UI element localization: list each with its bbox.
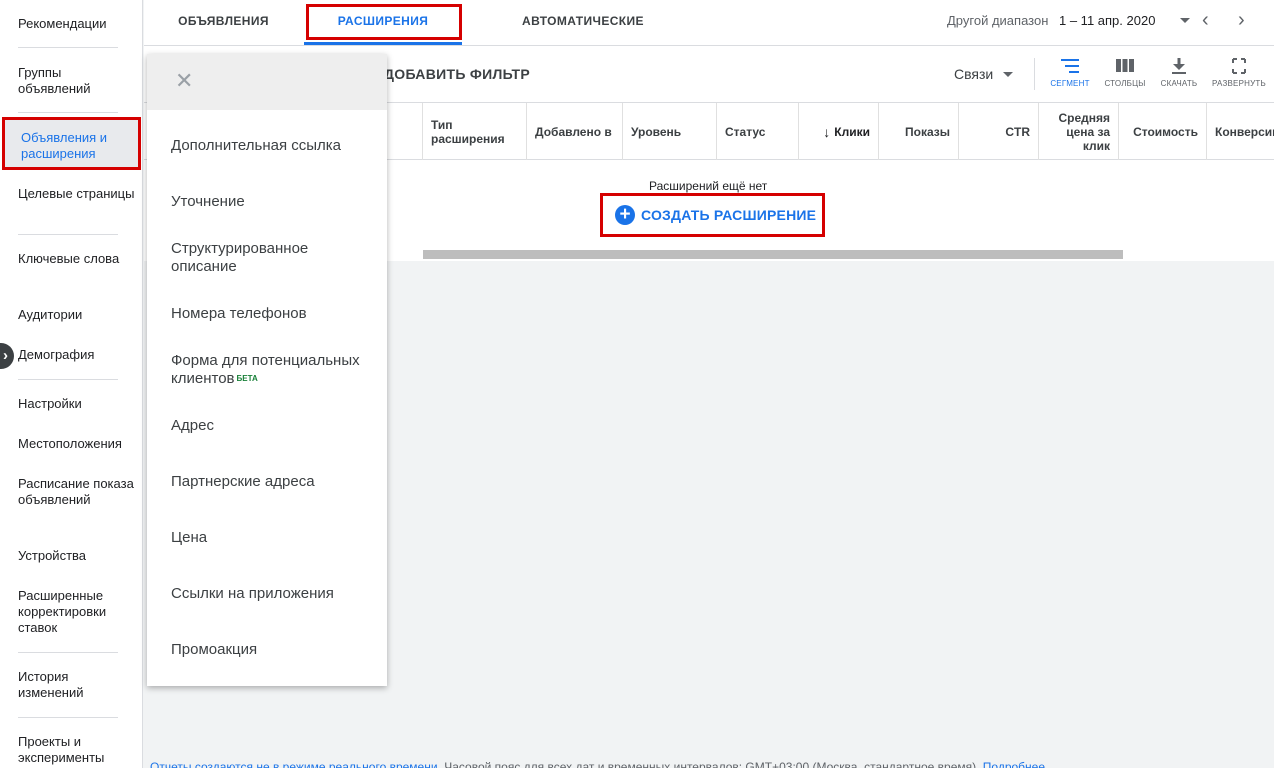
- sidebar-item-ad-schedule[interactable]: Расписание показа объявлений: [18, 476, 136, 508]
- tab-ads[interactable]: ОБЪЯВЛЕНИЯ: [166, 0, 281, 45]
- date-prev-icon[interactable]: ‹: [1202, 10, 1218, 30]
- sidebar-item-ads-and-extensions[interactable]: Объявления и расширения: [2, 117, 141, 170]
- sidebar-item-change-history[interactable]: История изменений: [18, 669, 136, 701]
- footer-note: Отчеты создаются не в режиме реального в…: [150, 760, 1045, 768]
- beta-badge: БЕТА: [236, 374, 258, 383]
- fullscreen-icon: [1232, 58, 1246, 74]
- sidebar-item-keywords[interactable]: Ключевые слова: [18, 251, 136, 267]
- sidebar-item-devices[interactable]: Устройства: [18, 548, 136, 564]
- menu-header: ✕: [147, 54, 387, 110]
- date-range-value[interactable]: 1 – 11 апр. 2020: [1059, 13, 1155, 28]
- sidebar-item-audiences[interactable]: Аудитории: [18, 307, 136, 323]
- date-range-dropdown-icon[interactable]: [1180, 18, 1190, 23]
- extension-type-menu: ✕ Дополнительная ссылка Уточнение Структ…: [147, 54, 387, 686]
- tabs-bar: ОБЪЯВЛЕНИЯ РАСШИРЕНИЯ АВТОМАТИЧЕСКИЕ РАС…: [144, 0, 1274, 70]
- sidebar-item-demographics[interactable]: Демография: [18, 347, 136, 363]
- download-label: СКАЧАТЬ: [1160, 79, 1198, 88]
- sidebar-expand-toggle-icon[interactable]: ›: [0, 343, 14, 369]
- sidebar-divider: [18, 112, 118, 113]
- sidebar-divider: [18, 652, 118, 653]
- column-header-impressions[interactable]: Показы: [878, 103, 958, 160]
- column-header-added-in[interactable]: Добавлено в: [526, 103, 622, 160]
- column-header-conversions[interactable]: Конверсии: [1206, 103, 1274, 160]
- horizontal-scrollbar[interactable]: [423, 250, 1123, 259]
- menu-item-location[interactable]: Адрес: [171, 417, 376, 435]
- create-extension-button[interactable]: + СОЗДАТЬ РАСШИРЕНИЕ: [600, 193, 825, 237]
- column-header-clicks-label: Клики: [834, 124, 870, 139]
- sidebar: Рекомендации Группы объявлений Объявлени…: [0, 0, 143, 768]
- date-range-label: Другой диапазон: [947, 13, 1049, 28]
- sidebar-item-locations[interactable]: Местоположения: [18, 436, 136, 452]
- tab-extensions[interactable]: РАСШИРЕНИЯ: [304, 0, 462, 45]
- add-circle-icon: +: [615, 205, 635, 225]
- sidebar-divider: [18, 234, 118, 235]
- download-icon: [1172, 58, 1186, 74]
- sort-descending-icon: ↓: [823, 123, 831, 140]
- empty-state-message: Расширений ещё нет: [649, 179, 768, 193]
- menu-item-price[interactable]: Цена: [171, 529, 376, 547]
- sidebar-divider: [18, 717, 118, 718]
- menu-item-app[interactable]: Ссылки на приложения: [171, 585, 376, 603]
- menu-item-affiliate-location[interactable]: Партнерские адреса: [171, 473, 376, 491]
- toolbar-divider: [1034, 58, 1035, 90]
- columns-label: СТОЛБЦЫ: [1104, 79, 1146, 88]
- segment-icon: [1061, 59, 1079, 73]
- menu-item-promotion[interactable]: Промоакция: [171, 641, 376, 659]
- menu-item-structured-snippet[interactable]: Структурированное описание: [171, 240, 376, 276]
- expand-label: РАЗВЕРНУТЬ: [1212, 79, 1266, 88]
- sidebar-item-settings[interactable]: Настройки: [18, 396, 136, 412]
- add-filter-button[interactable]: ДОБАВИТЬ ФИЛЬТР: [384, 66, 530, 82]
- column-header-avg-cpc[interactable]: Средняя цена за клик: [1038, 103, 1118, 160]
- sidebar-item-ad-groups[interactable]: Группы объявлений: [18, 65, 136, 97]
- sidebar-item-recommendations[interactable]: Рекомендации: [18, 16, 136, 32]
- realtime-report-link[interactable]: Отчеты создаются не в режиме реального в…: [150, 760, 441, 768]
- sidebar-divider: [18, 379, 118, 380]
- close-icon[interactable]: ✕: [175, 70, 193, 92]
- menu-item-callout[interactable]: Уточнение: [171, 193, 376, 211]
- menu-item-call[interactable]: Номера телефонов: [171, 305, 376, 323]
- create-extension-label: СОЗДАТЬ РАСШИРЕНИЕ: [641, 207, 817, 223]
- columns-icon: [1116, 59, 1134, 72]
- footer-text: Часовой пояс для всех дат и временных ин…: [440, 760, 983, 768]
- date-next-icon[interactable]: ›: [1238, 10, 1254, 30]
- download-button[interactable]: СКАЧАТЬ: [1149, 58, 1209, 88]
- menu-item-sitelink[interactable]: Дополнительная ссылка: [171, 137, 376, 155]
- sidebar-divider: [18, 47, 118, 48]
- segment-label: СЕГМЕНТ: [1050, 79, 1090, 88]
- column-header-status[interactable]: Статус: [716, 103, 798, 160]
- column-header-level[interactable]: Уровень: [622, 103, 716, 160]
- links-dropdown-caret-icon[interactable]: [1003, 72, 1013, 77]
- menu-item-lead-form[interactable]: Форма для потенциальных клиентов БЕТА: [171, 352, 376, 388]
- column-header-cost[interactable]: Стоимость: [1118, 103, 1206, 160]
- column-header-ext-type[interactable]: Тип расширения: [422, 103, 526, 160]
- links-dropdown[interactable]: Связи: [954, 66, 993, 82]
- sidebar-item-landing-pages[interactable]: Целевые страницы: [18, 186, 136, 202]
- columns-button[interactable]: СТОЛБЦЫ: [1095, 58, 1155, 88]
- learn-more-link[interactable]: Подробнее: [983, 760, 1045, 768]
- segment-button[interactable]: СЕГМЕНТ: [1040, 58, 1100, 88]
- column-header-clicks[interactable]: ↓ Клики: [798, 103, 878, 160]
- tab-auto-extensions[interactable]: АВТОМАТИЧЕСКИЕ РАСШИРЕНИЯ: [478, 0, 688, 70]
- sidebar-item-advanced-bid-adjustments[interactable]: Расширенные корректировки ставок: [18, 588, 136, 636]
- sidebar-item-drafts-experiments[interactable]: Проекты и эксперименты: [18, 734, 136, 766]
- expand-button[interactable]: РАЗВЕРНУТЬ: [1209, 58, 1269, 88]
- column-header-ctr[interactable]: CTR: [958, 103, 1038, 160]
- menu-item-lead-form-label: Форма для потенциальных клиентов: [171, 352, 360, 387]
